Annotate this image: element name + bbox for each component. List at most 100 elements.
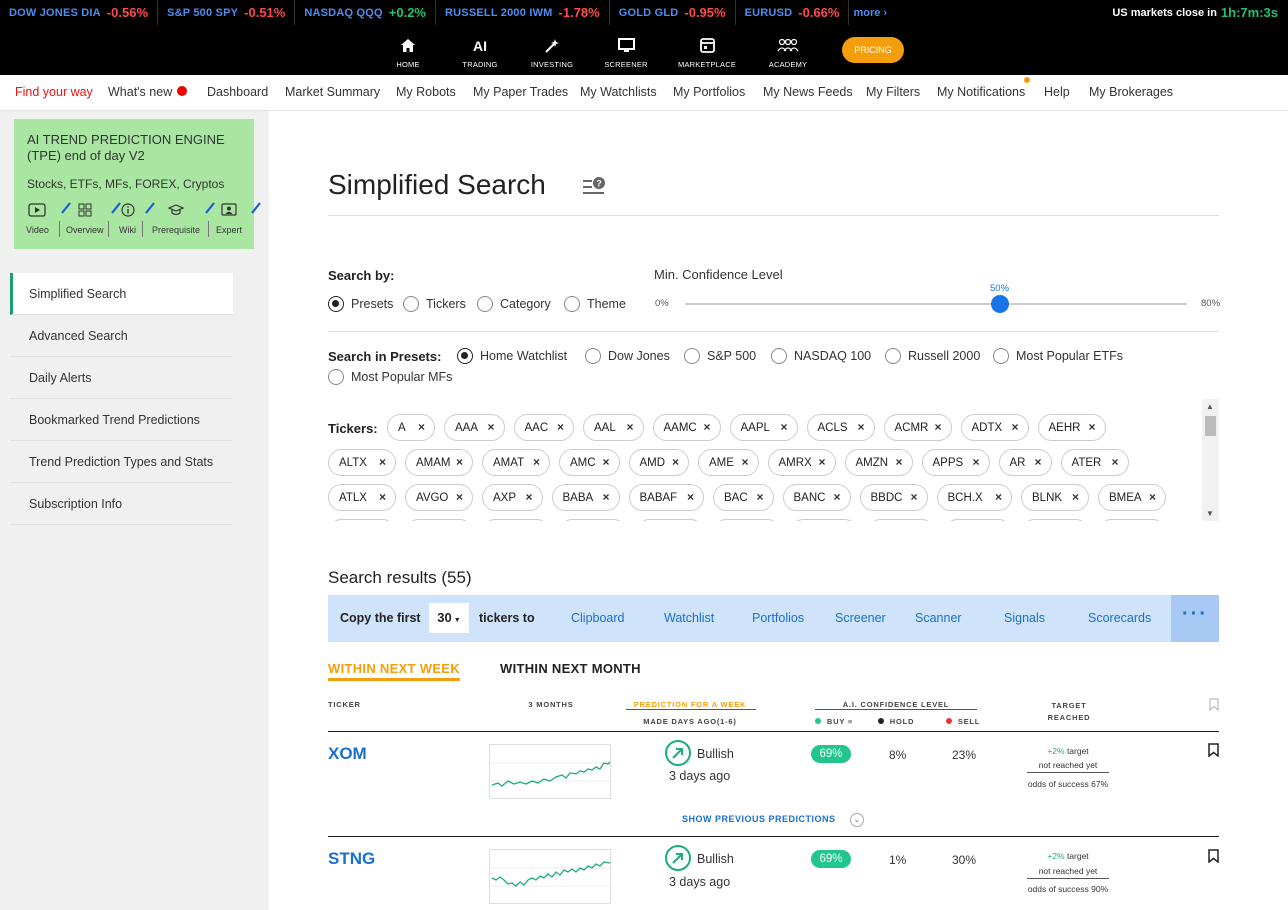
ticker-chip[interactable]: APPS × bbox=[921, 449, 990, 476]
ticker-chip[interactable]: ACMR × bbox=[883, 414, 952, 441]
remove-chip-icon[interactable]: × bbox=[626, 420, 633, 434]
radio-category[interactable]: Category bbox=[477, 296, 551, 312]
remove-chip-icon[interactable]: × bbox=[818, 455, 825, 469]
tickers-scrollbar[interactable]: ▲ ▼ bbox=[1202, 399, 1219, 521]
scroll-up-icon[interactable]: ▲ bbox=[1206, 402, 1214, 411]
show-previous-predictions[interactable]: SHOW PREVIOUS PREDICTIONS bbox=[682, 814, 836, 824]
remove-chip-icon[interactable]: × bbox=[379, 455, 386, 469]
tpe-link-wiki[interactable]: Wiki bbox=[119, 203, 136, 235]
ticker-eurusd[interactable]: EURUSD -0.66% bbox=[736, 0, 850, 25]
nav-screener[interactable]: SCREENER bbox=[591, 25, 661, 75]
tab-within-next-week[interactable]: WITHIN NEXT WEEK bbox=[328, 661, 460, 676]
radio-popular-etfs[interactable]: Most Popular ETFs bbox=[993, 348, 1123, 364]
remove-chip-icon[interactable]: × bbox=[1072, 490, 1079, 504]
subnav-my-portfolios[interactable]: My Portfolios bbox=[673, 85, 745, 99]
subnav-help[interactable]: Help bbox=[1044, 85, 1070, 99]
ticker-dow[interactable]: DOW JONES DIA -0.56% bbox=[0, 0, 159, 25]
nav-home[interactable]: HOME bbox=[373, 25, 443, 75]
copy-to-clipboard[interactable]: Clipboard bbox=[571, 611, 625, 625]
ticker-russell[interactable]: RUSSELL 2000 IWM -1.78% bbox=[436, 0, 610, 25]
radio-theme[interactable]: Theme bbox=[564, 296, 626, 312]
ticker-chip[interactable]: ACLS × bbox=[806, 414, 875, 441]
copy-to-scanner[interactable]: Scanner bbox=[915, 611, 962, 625]
copy-to-watchlist[interactable]: Watchlist bbox=[664, 611, 714, 625]
remove-chip-icon[interactable]: × bbox=[703, 420, 710, 434]
ticker-chip[interactable]: A × bbox=[387, 414, 435, 441]
ticker-chip[interactable]: AR × bbox=[998, 449, 1052, 476]
remove-chip-icon[interactable]: × bbox=[602, 490, 609, 504]
ticker-chip[interactable]: AMAT × bbox=[482, 449, 550, 476]
side-item-subscription[interactable]: Subscription Info bbox=[10, 483, 233, 525]
ticker-chip[interactable]: BANC × bbox=[782, 484, 851, 511]
bookmark-icon[interactable] bbox=[1208, 743, 1219, 757]
ticker-chip[interactable]: AMRX × bbox=[767, 449, 836, 476]
remove-chip-icon[interactable]: × bbox=[418, 420, 425, 434]
remove-chip-icon[interactable]: × bbox=[456, 490, 463, 504]
ticker-chip[interactable]: ATER × bbox=[1060, 449, 1129, 476]
remove-chip-icon[interactable]: × bbox=[756, 490, 763, 504]
sort-icon[interactable]: ≡ bbox=[848, 717, 853, 726]
scrollbar-thumb[interactable] bbox=[1205, 416, 1216, 436]
remove-chip-icon[interactable]: × bbox=[533, 455, 540, 469]
side-item-daily-alerts[interactable]: Daily Alerts bbox=[10, 357, 233, 399]
subnav-whats-new[interactable]: What's new bbox=[108, 85, 188, 99]
ticker-chip[interactable]: ALTX × bbox=[328, 449, 396, 476]
ticker-chip[interactable]: BMEA × bbox=[1098, 484, 1166, 511]
help-list-icon[interactable]: ? bbox=[582, 175, 608, 202]
ticker-chip[interactable]: BCH.X × bbox=[936, 484, 1012, 511]
remove-chip-icon[interactable]: × bbox=[934, 420, 941, 434]
bookmark-icon[interactable] bbox=[1208, 849, 1219, 863]
copy-to-signals[interactable]: Signals bbox=[1004, 611, 1045, 625]
subnav-my-news-feeds[interactable]: My News Feeds bbox=[763, 85, 853, 99]
subnav-my-brokerages[interactable]: My Brokerages bbox=[1089, 85, 1173, 99]
remove-chip-icon[interactable]: × bbox=[1088, 420, 1095, 434]
subnav-my-notifications[interactable]: My Notifications bbox=[937, 85, 1025, 99]
remove-chip-icon[interactable]: × bbox=[741, 455, 748, 469]
radio-nasdaq100[interactable]: NASDAQ 100 bbox=[771, 348, 871, 364]
ticker-chip[interactable]: ATLX × bbox=[328, 484, 396, 511]
tpe-link-expert[interactable]: Expert bbox=[216, 203, 242, 235]
side-item-simplified-search[interactable]: Simplified Search bbox=[10, 273, 233, 315]
ticker-chip[interactable]: ADTX × bbox=[960, 414, 1029, 441]
ticker-chip[interactable]: AAMC × bbox=[652, 414, 721, 441]
nav-academy[interactable]: ACADEMY bbox=[753, 25, 823, 75]
tpe-link-video[interactable]: Video bbox=[26, 203, 49, 235]
nav-investing[interactable]: INVESTING bbox=[517, 25, 587, 75]
remove-chip-icon[interactable]: × bbox=[456, 455, 463, 469]
subnav-my-robots[interactable]: My Robots bbox=[396, 85, 456, 99]
ticker-chip[interactable]: AAL × bbox=[583, 414, 644, 441]
subnav-my-paper-trades[interactable]: My Paper Trades bbox=[473, 85, 568, 99]
ticker-sp500[interactable]: S&P 500 SPY -0.51% bbox=[158, 0, 296, 25]
ticker-chip[interactable]: AMC × bbox=[559, 449, 620, 476]
ticker-chip[interactable]: BABA × bbox=[551, 484, 620, 511]
row-ticker-link[interactable]: STNG bbox=[328, 849, 375, 869]
tpe-link-overview[interactable]: Overview bbox=[66, 203, 104, 235]
ticker-chip[interactable]: BLNK × bbox=[1021, 484, 1089, 511]
ticker-chip[interactable]: AAC × bbox=[513, 414, 574, 441]
remove-chip-icon[interactable]: × bbox=[687, 490, 694, 504]
ticker-chip[interactable]: BAC × bbox=[713, 484, 774, 511]
remove-chip-icon[interactable]: × bbox=[857, 420, 864, 434]
remove-chip-icon[interactable]: × bbox=[910, 490, 917, 504]
ticker-chip[interactable]: AMAM × bbox=[405, 449, 473, 476]
remove-chip-icon[interactable]: × bbox=[1034, 455, 1041, 469]
ticker-chip[interactable]: AMD × bbox=[628, 449, 689, 476]
side-item-bookmarked[interactable]: Bookmarked Trend Predictions bbox=[10, 399, 233, 441]
subnav-dashboard[interactable]: Dashboard bbox=[207, 85, 268, 99]
ticker-chip[interactable]: AXP × bbox=[482, 484, 543, 511]
bookmark-all-icon[interactable] bbox=[1209, 698, 1219, 711]
more-tickers-link[interactable]: more › bbox=[853, 7, 887, 19]
more-options-button[interactable]: ··· bbox=[1171, 595, 1219, 642]
remove-chip-icon[interactable]: × bbox=[1111, 455, 1118, 469]
remove-chip-icon[interactable]: × bbox=[602, 455, 609, 469]
confidence-slider-handle[interactable] bbox=[991, 295, 1009, 313]
ticker-gold[interactable]: GOLD GLD -0.95% bbox=[610, 0, 736, 25]
nav-marketplace[interactable]: MARKETPLACE bbox=[672, 25, 742, 75]
radio-home-watchlist[interactable]: Home Watchlist bbox=[457, 348, 567, 364]
remove-chip-icon[interactable]: × bbox=[672, 455, 679, 469]
remove-chip-icon[interactable]: × bbox=[379, 490, 386, 504]
copy-to-scorecards[interactable]: Scorecards bbox=[1088, 611, 1151, 625]
nav-trading[interactable]: AI TRADING bbox=[445, 25, 515, 75]
side-item-types-stats[interactable]: Trend Prediction Types and Stats bbox=[10, 441, 233, 483]
ticker-chip[interactable]: AAPL × bbox=[729, 414, 798, 441]
